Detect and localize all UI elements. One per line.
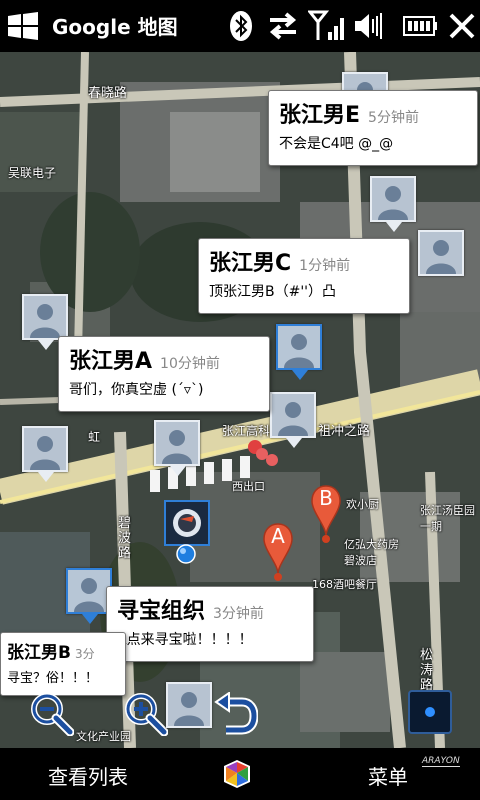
battery-icon[interactable]	[402, 10, 438, 42]
zoom-out-icon[interactable]	[28, 690, 74, 736]
bubble-time: 5分钟前	[368, 110, 419, 126]
poi-label: 欢小厨	[346, 498, 379, 511]
bubble-username: 张江男A	[69, 349, 153, 374]
brand-logo: ARAYON	[422, 756, 460, 767]
close-icon[interactable]	[448, 10, 476, 42]
my-location-icon[interactable]	[408, 690, 452, 734]
start-menu-icon[interactable]	[220, 756, 254, 792]
poi-label: 虹	[88, 430, 101, 444]
bubble-message: A点来寻宝啦！！！！	[117, 632, 253, 648]
poi-label: 吴联电子	[8, 166, 57, 180]
softkey-bar: 查看列表 菜单 ARAYON	[0, 748, 480, 800]
poi-label: 168酒吧餐厅	[312, 578, 377, 591]
user-avatar-marker[interactable]	[370, 176, 416, 232]
bubble-username: 寻宝组织	[117, 599, 206, 624]
app-title: Google 地图	[52, 15, 178, 39]
treasure-marker[interactable]	[164, 500, 210, 546]
bubble-time: 1分钟前	[299, 258, 351, 274]
view-list-softkey[interactable]: 查看列表	[48, 761, 128, 790]
poi-label: 张江高科	[222, 424, 271, 438]
chat-bubble-b[interactable]: 张江男B 3分 寻宝？俗！！！	[0, 632, 126, 696]
road-label: 祖冲之路	[318, 424, 371, 439]
person-silhouette-icon	[284, 334, 314, 368]
user-avatar-marker[interactable]	[276, 324, 322, 380]
bubble-time: 10分钟前	[160, 356, 220, 372]
chat-bubble-e[interactable]: 张江男E 5分钟前 不会是C4吧 @_@	[268, 90, 478, 166]
road-label: 松涛路	[420, 648, 434, 693]
person-silhouette-icon	[162, 430, 192, 464]
bubble-username: 张江男B	[7, 643, 71, 663]
bubble-username: 张江男E	[279, 103, 361, 128]
poi-label: 西出口	[232, 480, 265, 493]
bubble-message: 不会是C4吧 @_@	[279, 136, 394, 152]
user-avatar-marker[interactable]	[22, 426, 68, 482]
marker-a-label: A	[271, 524, 285, 548]
windows-logo-icon[interactable]	[6, 12, 40, 40]
user-avatar-marker[interactable]	[418, 230, 464, 276]
bubble-time: 3分钟前	[213, 606, 264, 622]
bubble-message: 寻宝？俗！！！	[7, 671, 99, 686]
signal-icon[interactable]	[308, 10, 348, 42]
user-avatar-marker[interactable]	[22, 294, 68, 350]
poi-label: 张江汤臣园一期	[420, 504, 475, 533]
zoom-in-icon[interactable]	[122, 690, 168, 736]
data-sync-icon[interactable]	[266, 10, 300, 42]
chat-bubble-treasure[interactable]: 寻宝组织 3分钟前 A点来寻宝啦！！！！	[106, 586, 314, 662]
bubble-time: 3分	[74, 647, 95, 661]
bubble-message: 哥们，你真空虚 (ˊ▿ˋ)	[69, 382, 204, 398]
avatar-icon[interactable]	[166, 682, 212, 728]
person-silhouette-icon	[30, 304, 60, 338]
marker-b-label: B	[319, 486, 333, 510]
poi-label: 亿弘大药房碧波店	[344, 538, 399, 567]
bubble-message: 顶张江男B（#''）凸	[209, 284, 337, 300]
bubble-username: 张江男C	[209, 251, 292, 276]
user-avatar-marker[interactable]	[154, 420, 200, 476]
chat-bubble-c[interactable]: 张江男C 1分钟前 顶张江男B（#''）凸	[198, 238, 410, 314]
person-silhouette-icon	[278, 402, 308, 436]
volume-muted-icon[interactable]	[352, 10, 384, 42]
person-silhouette-icon	[378, 186, 408, 220]
person-silhouette-icon	[30, 436, 60, 470]
person-silhouette-icon	[74, 578, 104, 612]
bluetooth-icon[interactable]	[228, 10, 254, 42]
status-bar: Google 地图	[0, 0, 480, 52]
road-label: 春晓路	[88, 86, 128, 101]
menu-softkey[interactable]: 菜单	[368, 761, 408, 790]
back-arrow-icon[interactable]	[212, 692, 258, 736]
user-avatar-marker[interactable]	[270, 392, 316, 448]
treasure-icon	[173, 509, 201, 537]
person-silhouette-icon	[174, 692, 204, 726]
my-location-dot	[176, 544, 196, 564]
road-label: 碧波路	[118, 516, 132, 561]
map-view[interactable]: 春晓路 祖冲之路 碧波路 松涛路 吴联电子 张江高科 西出口 虹 张江汤臣园一期…	[0, 52, 480, 748]
location-dot-icon	[425, 707, 435, 717]
chat-bubble-a[interactable]: 张江男A 10分钟前 哥们，你真空虚 (ˊ▿ˋ)	[58, 336, 270, 412]
person-silhouette-icon	[426, 240, 456, 274]
